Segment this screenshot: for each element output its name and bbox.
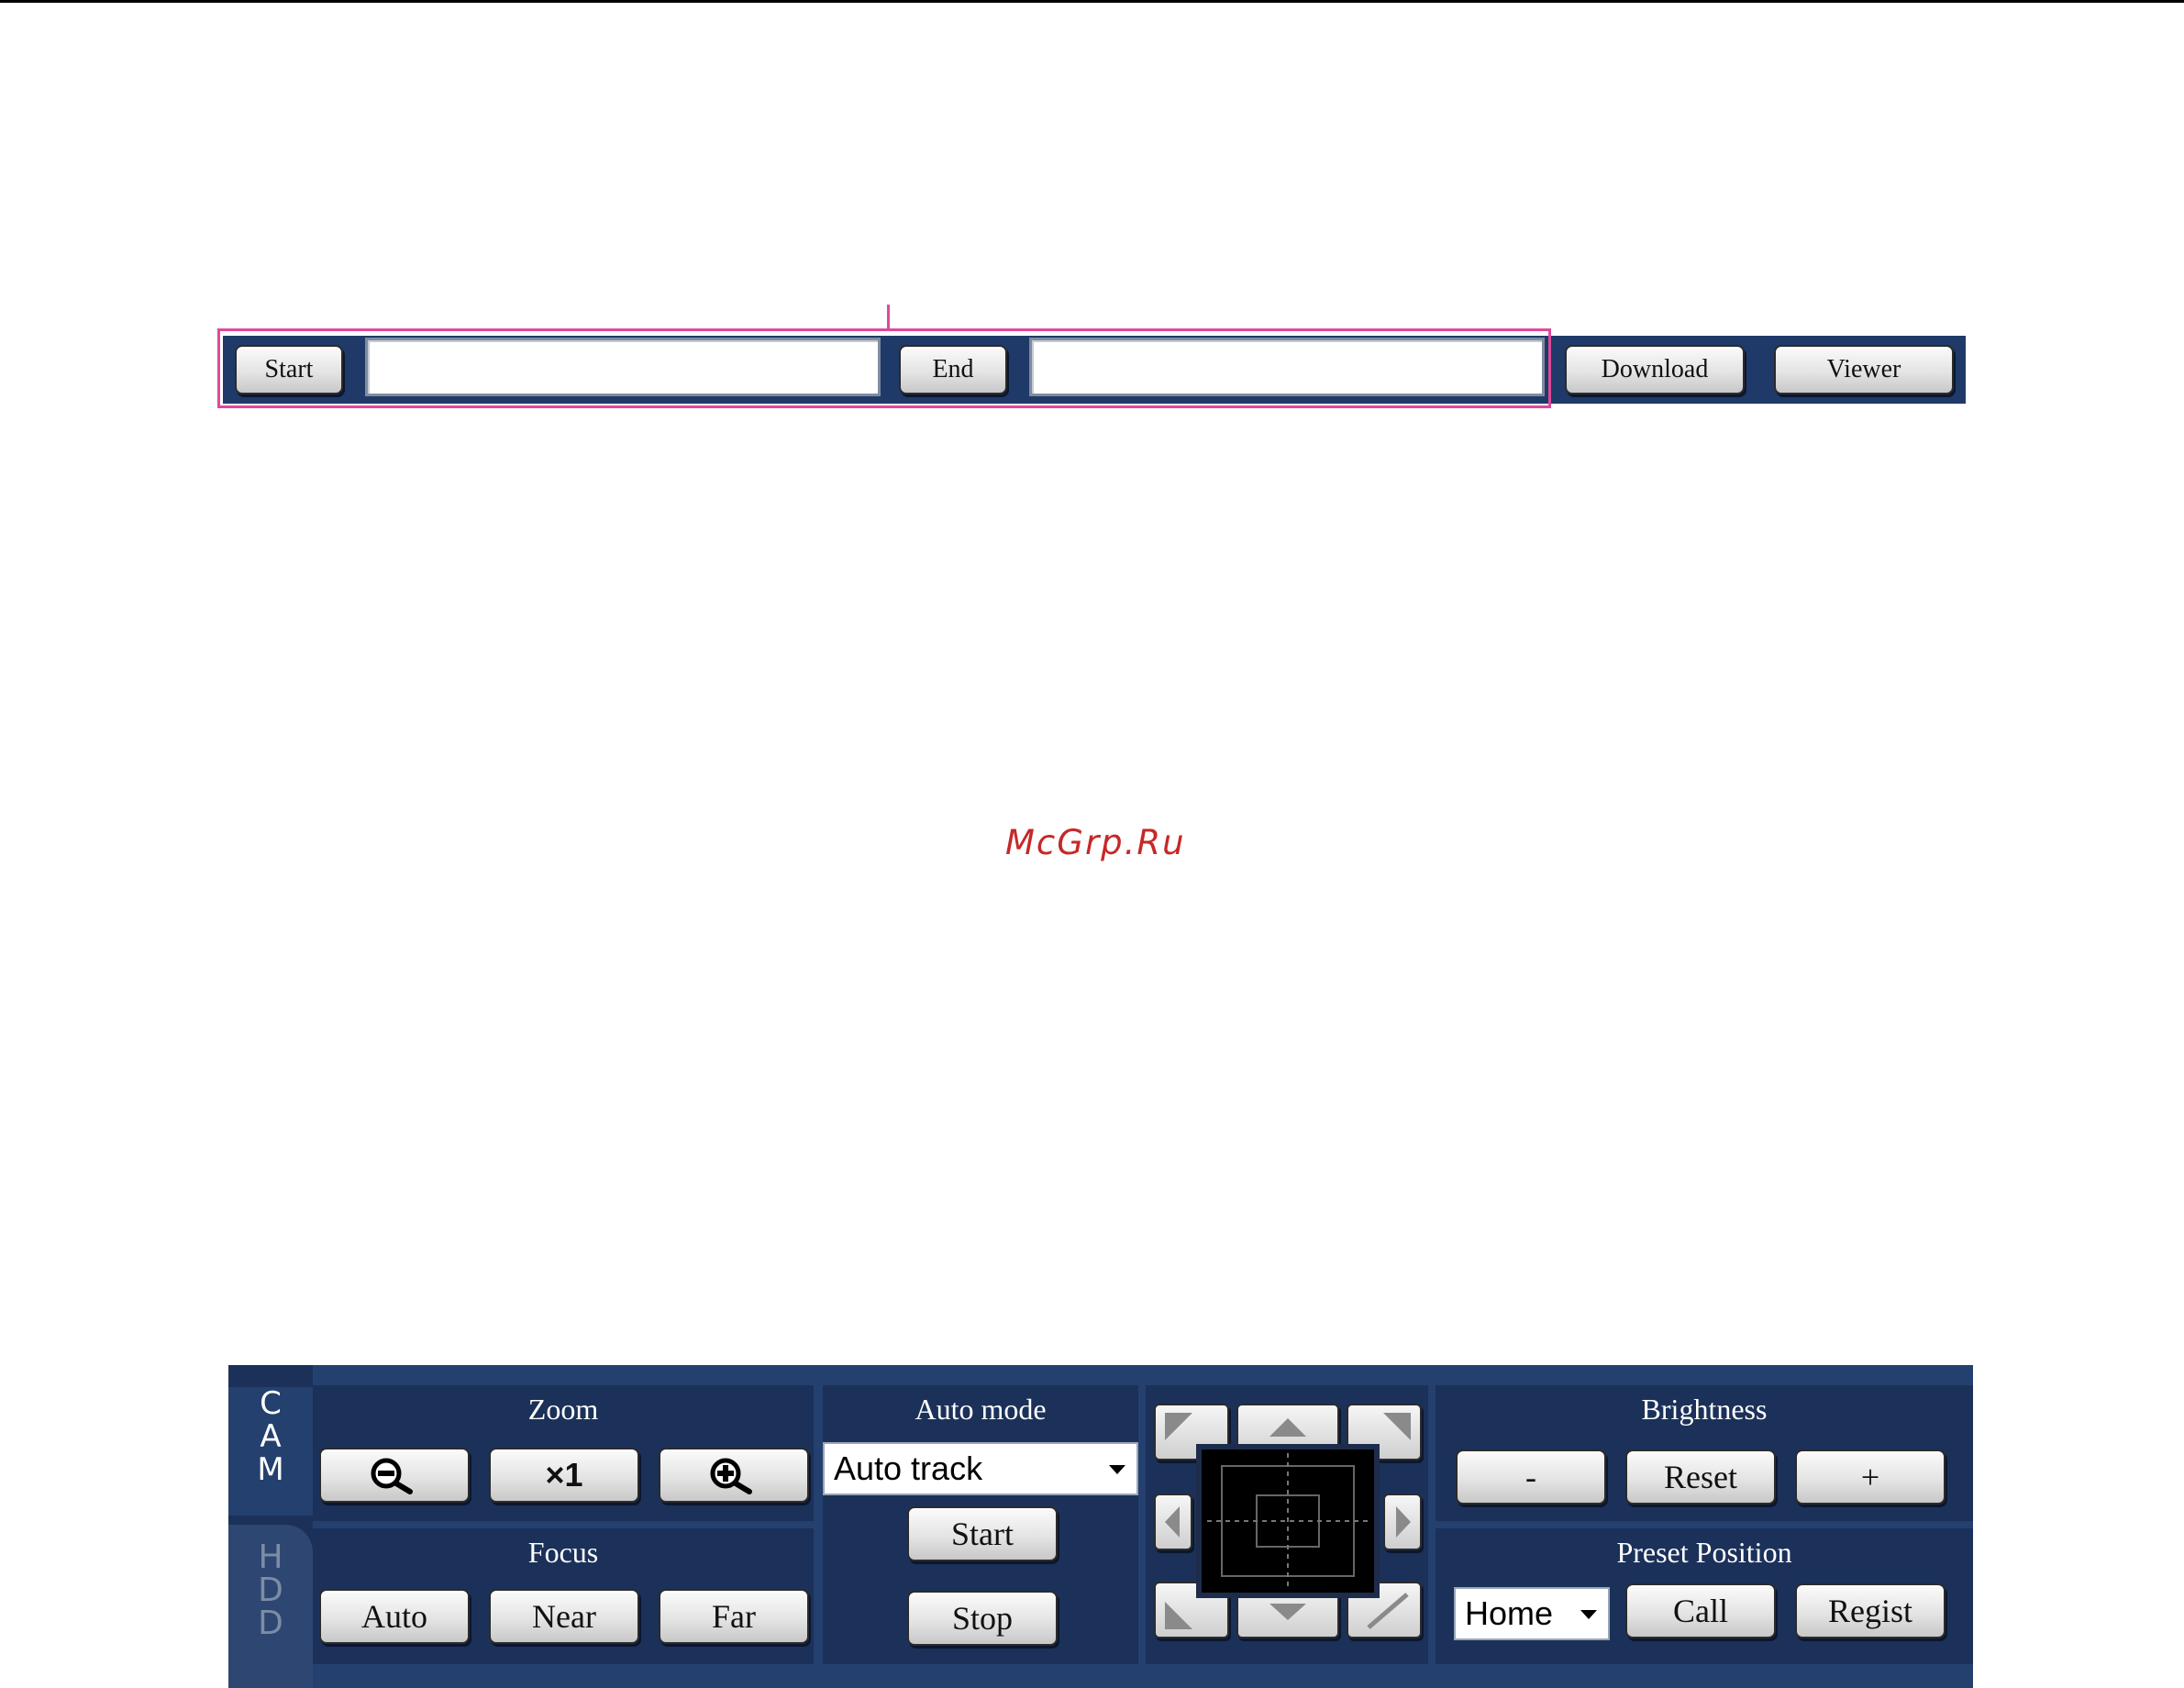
chevron-down-icon xyxy=(1109,1465,1125,1474)
focus-far-button[interactable]: Far xyxy=(659,1589,809,1644)
tab-cam-letter: A xyxy=(260,1418,282,1455)
zoom-reset-button[interactable]: ×1 xyxy=(489,1448,639,1503)
preset-position-title: Preset Position xyxy=(1616,1536,1792,1569)
tab-hdd-letter: H xyxy=(258,1538,283,1576)
auto-mode-selected-value: Auto track xyxy=(834,1449,983,1487)
zoom-out-magnifier-icon xyxy=(371,1458,413,1494)
chevron-down-icon xyxy=(1580,1610,1597,1619)
zoom-out-button[interactable] xyxy=(319,1448,470,1503)
viewer-button[interactable]: Viewer xyxy=(1774,345,1954,394)
brightness-reset-button[interactable]: Reset xyxy=(1625,1449,1776,1505)
preset-position-select[interactable]: Home xyxy=(1454,1587,1610,1640)
tab-hdd[interactable]: H D D xyxy=(228,1525,313,1688)
auto-mode-start-button[interactable]: Start xyxy=(907,1506,1058,1561)
brightness-minus-button[interactable]: - xyxy=(1456,1449,1606,1505)
callout-line xyxy=(887,305,890,329)
tab-cam-letter: C xyxy=(260,1385,282,1422)
end-time-field[interactable] xyxy=(1029,338,1545,396)
ptz-click-area[interactable] xyxy=(1196,1444,1380,1598)
tab-strip: C A M H D D xyxy=(228,1365,313,1688)
tab-hdd-letter: D xyxy=(258,1571,283,1609)
download-button[interactable]: Download xyxy=(1565,345,1745,394)
tab-hdd-letter: D xyxy=(258,1605,283,1642)
preset-regist-button[interactable]: Regist xyxy=(1795,1583,1946,1638)
pan-left-button[interactable] xyxy=(1154,1494,1192,1550)
end-time-button[interactable]: End xyxy=(899,345,1007,394)
tab-cam[interactable]: C A M xyxy=(228,1387,313,1516)
zoom-title: Zoom xyxy=(527,1393,599,1426)
right-arrow-icon xyxy=(1396,1506,1411,1538)
preset-selected-value: Home xyxy=(1465,1594,1554,1632)
auto-mode-title: Auto mode xyxy=(915,1393,1047,1426)
crosshair-icon xyxy=(1207,1453,1369,1589)
pan-right-button[interactable] xyxy=(1383,1494,1422,1550)
start-time-button[interactable]: Start xyxy=(235,345,343,394)
watermark-text: McGrp.Ru xyxy=(1005,823,1186,862)
focus-near-button[interactable]: Near xyxy=(489,1589,639,1644)
left-arrow-icon xyxy=(1165,1506,1180,1538)
brightness-plus-button[interactable]: + xyxy=(1795,1449,1946,1505)
auto-mode-stop-button[interactable]: Stop xyxy=(907,1591,1058,1646)
start-time-field[interactable] xyxy=(365,338,881,396)
zoom-in-button[interactable] xyxy=(659,1448,809,1503)
focus-auto-button[interactable]: Auto xyxy=(319,1589,470,1644)
zoom-in-magnifier-icon xyxy=(710,1458,752,1494)
auto-mode-select[interactable]: Auto track xyxy=(823,1442,1138,1495)
ptz-pad xyxy=(1154,1404,1422,1638)
preset-call-button[interactable]: Call xyxy=(1625,1583,1776,1638)
brightness-title: Brightness xyxy=(1641,1393,1768,1426)
focus-title: Focus xyxy=(527,1536,599,1569)
tab-cam-letter: M xyxy=(257,1451,284,1488)
top-rule xyxy=(0,0,2184,3)
